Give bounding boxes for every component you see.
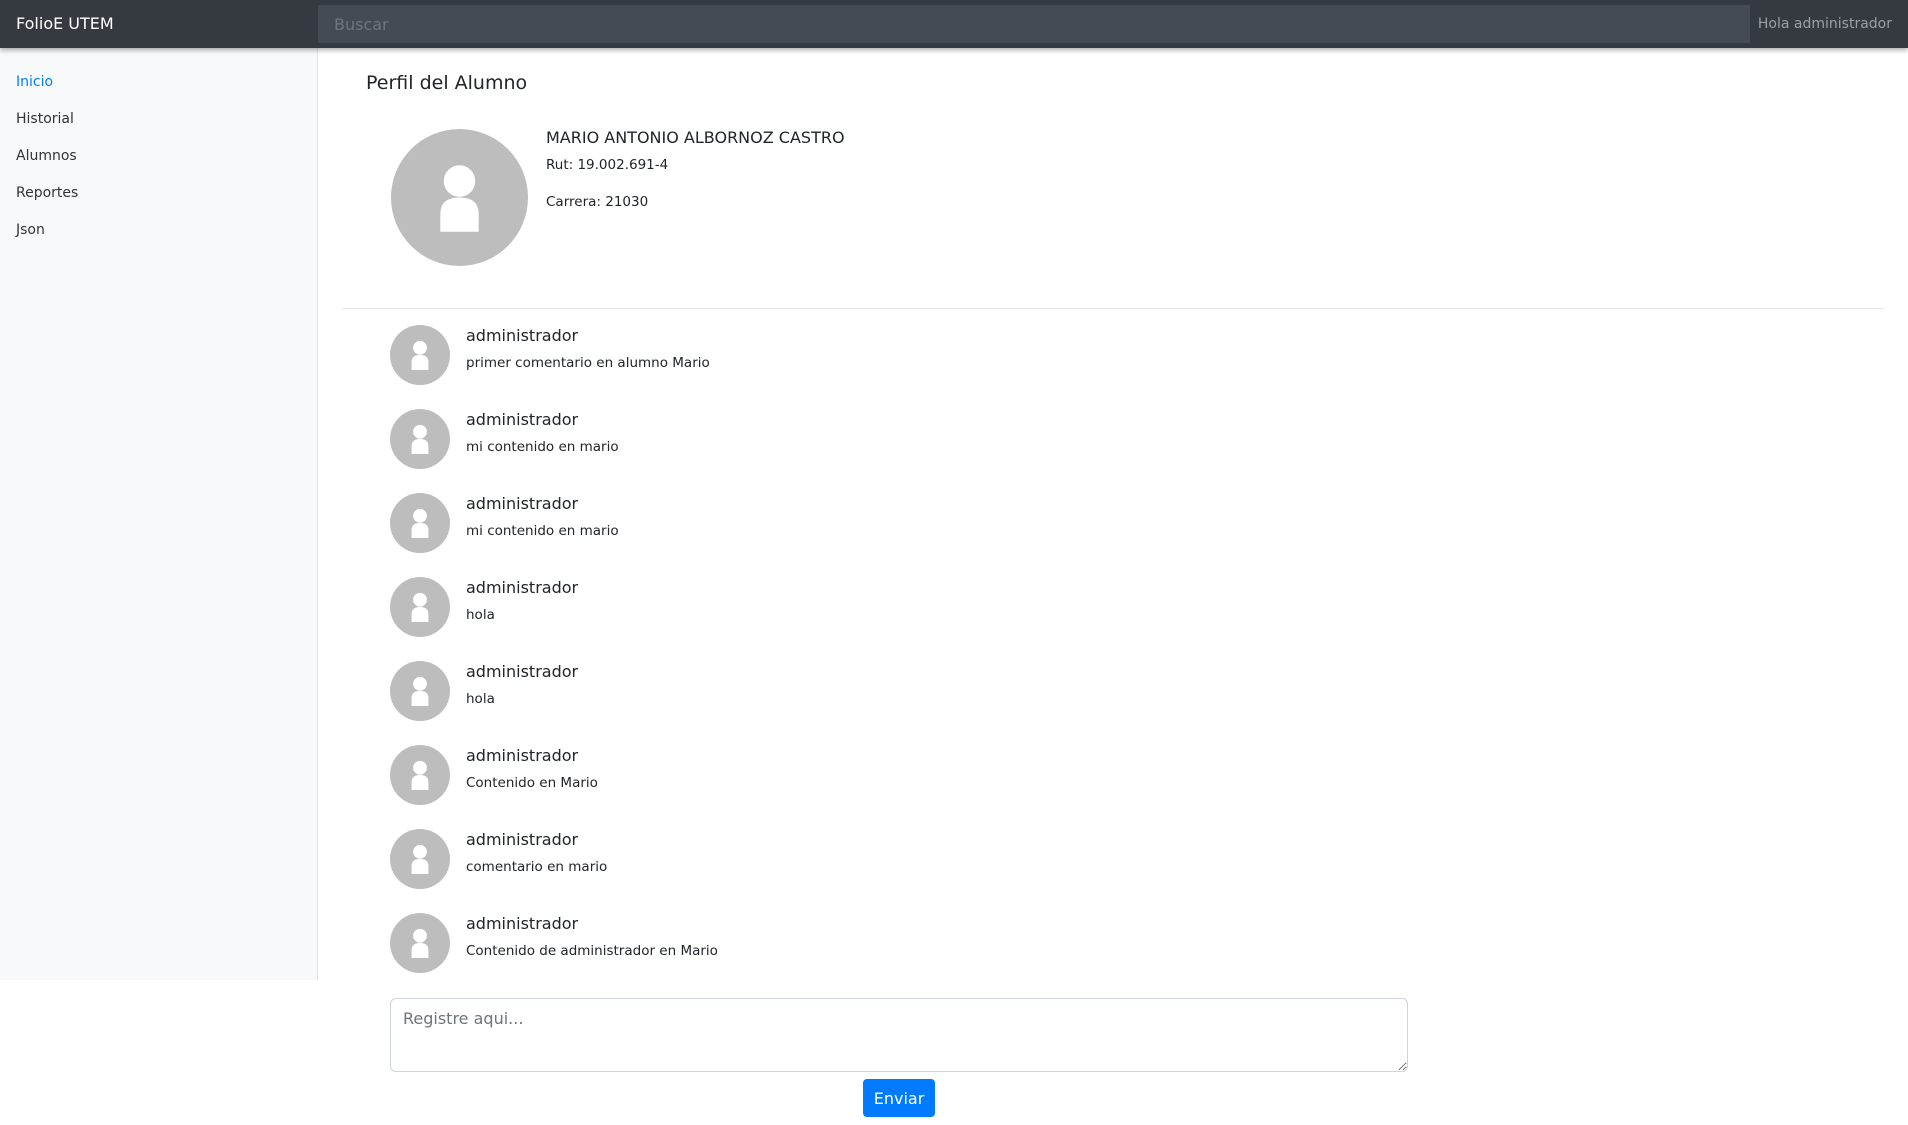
comment-avatar-icon — [390, 745, 450, 805]
comment-author: administrador — [466, 410, 579, 429]
comment-avatar-icon — [390, 913, 450, 973]
comment-avatar-icon — [390, 577, 450, 637]
student-rut: Rut: 19.002.691-4 — [546, 157, 669, 173]
sidebar-item-alumnos[interactable]: Alumnos — [16, 148, 77, 164]
sidebar-item-historial[interactable]: Historial — [16, 111, 74, 127]
comment-author: administrador — [466, 326, 579, 345]
comment-author: administrador — [466, 662, 579, 681]
comment-avatar-icon — [390, 493, 450, 553]
section-divider — [342, 308, 1884, 309]
comment-author: administrador — [466, 914, 579, 933]
sidebar-item-inicio[interactable]: Inicio — [16, 74, 53, 90]
student-avatar-icon — [391, 129, 528, 266]
page-title: Perfil del Alumno — [366, 72, 528, 94]
sidebar: Inicio Historial Alumnos Reportes Json — [0, 48, 318, 980]
student-name: MARIO ANTONIO ALBORNOZ CASTRO — [546, 128, 845, 147]
comment-author: administrador — [466, 746, 579, 765]
sidebar-item-json[interactable]: Json — [16, 222, 45, 238]
comment-avatar-icon — [390, 829, 450, 889]
comment-text: comentario en mario — [466, 859, 608, 875]
comment-textarea[interactable] — [390, 998, 1408, 1072]
brand-link[interactable]: FolioE UTEM — [16, 0, 114, 48]
comment-text: Contenido en Mario — [466, 775, 598, 791]
sidebar-item-reportes[interactable]: Reportes — [16, 185, 78, 201]
comment-author: administrador — [466, 578, 579, 597]
comment-avatar-icon — [390, 409, 450, 469]
comment-text: Contenido de administrador en Mario — [466, 943, 718, 959]
search-input[interactable] — [318, 5, 1750, 43]
comment-avatar-icon — [390, 661, 450, 721]
comment-text: mi contenido en mario — [466, 523, 619, 539]
comment-text: hola — [466, 607, 495, 623]
comment-text: primer comentario en alumno Mario — [466, 355, 710, 371]
comment-text: mi contenido en mario — [466, 439, 619, 455]
comment-author: administrador — [466, 494, 579, 513]
send-button[interactable]: Enviar — [863, 1079, 935, 1117]
user-greeting[interactable]: Hola administrador — [1758, 0, 1892, 48]
comment-text: hola — [466, 691, 495, 707]
student-carrera: Carrera: 21030 — [546, 194, 649, 210]
comment-author: administrador — [466, 830, 579, 849]
top-navbar: FolioE UTEM Hola administrador — [0, 0, 1908, 48]
comment-avatar-icon — [390, 325, 450, 385]
